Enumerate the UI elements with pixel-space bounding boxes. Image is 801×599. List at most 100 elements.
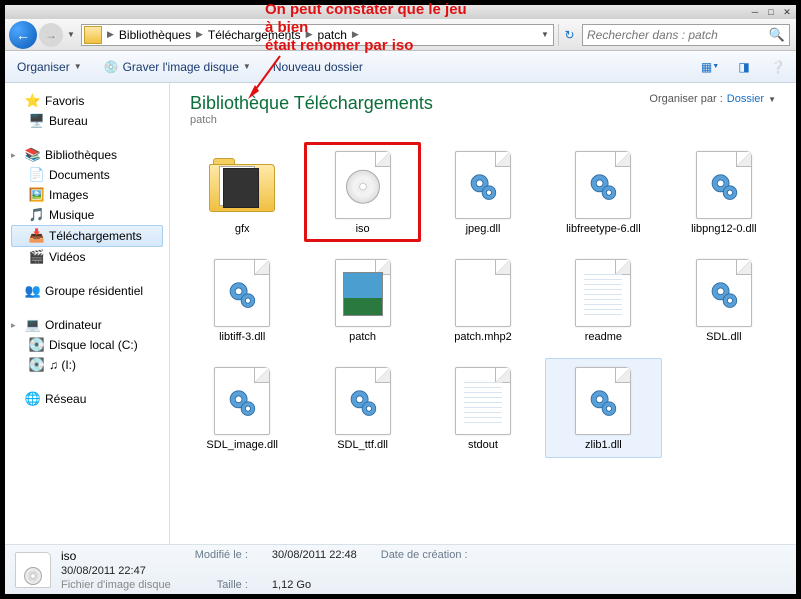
sidebar-homegroup[interactable]: 👥Groupe résidentiel bbox=[11, 281, 169, 301]
address-bar[interactable]: ▶ Bibliothèques ▶ Téléchargements ▶ patc… bbox=[81, 24, 554, 46]
file-label: jpeg.dll bbox=[466, 223, 501, 235]
file-item[interactable]: SDL.dll bbox=[666, 250, 782, 350]
details-modified: 30/08/2011 22:48 bbox=[272, 549, 357, 563]
file-type-icon bbox=[688, 149, 760, 221]
file-label: stdout bbox=[468, 439, 498, 451]
new-folder-button[interactable]: Nouveau dossier bbox=[269, 58, 367, 76]
network-icon: 🌐 bbox=[25, 391, 41, 407]
file-item[interactable]: SDL_ttf.dll bbox=[304, 358, 420, 458]
file-type-icon bbox=[327, 257, 399, 329]
breadcrumb-item[interactable]: patch bbox=[314, 28, 351, 42]
file-item[interactable]: libtiff-3.dll bbox=[184, 250, 300, 350]
file-item[interactable]: zlib1.dll bbox=[545, 358, 661, 458]
forward-button[interactable]: → bbox=[39, 23, 63, 47]
sidebar-item-local-disk[interactable]: 💽Disque local (C:) bbox=[11, 335, 169, 355]
file-type-icon bbox=[567, 257, 639, 329]
toolbar: Organiser▼ 💿Graver l'image disque▼ Nouve… bbox=[5, 51, 796, 83]
address-dropdown[interactable]: ▼ bbox=[539, 25, 551, 45]
file-type-icon bbox=[447, 257, 519, 329]
file-type-icon bbox=[327, 365, 399, 437]
sidebar-network[interactable]: 🌐Réseau bbox=[11, 389, 169, 409]
chevron-right-icon[interactable]: ▶ bbox=[305, 29, 314, 40]
file-type-icon bbox=[447, 149, 519, 221]
file-item[interactable]: iso bbox=[304, 142, 420, 242]
history-dropdown[interactable]: ▼ bbox=[65, 25, 77, 45]
homegroup-icon: 👥 bbox=[25, 283, 41, 299]
library-subtitle: patch bbox=[190, 114, 433, 126]
chevron-right-icon[interactable]: ▶ bbox=[351, 29, 360, 40]
preview-pane-button[interactable]: ◨ bbox=[734, 57, 754, 77]
download-icon: 📥 bbox=[29, 228, 45, 244]
minimize-button[interactable]: ─ bbox=[748, 7, 762, 17]
file-type-icon bbox=[447, 365, 519, 437]
burn-disc-button[interactable]: 💿Graver l'image disque▼ bbox=[100, 58, 255, 76]
sidebar: ⭐Favoris 🖥️Bureau ▸📚Bibliothèques 📄Docum… bbox=[5, 83, 170, 544]
view-options-button[interactable]: ▦▼ bbox=[700, 57, 720, 77]
search-input[interactable] bbox=[587, 28, 769, 42]
video-icon: 🎬 bbox=[29, 249, 45, 265]
help-button[interactable]: ❔ bbox=[768, 57, 788, 77]
computer-icon: 💻 bbox=[25, 317, 41, 333]
library-icon: 📚 bbox=[25, 147, 41, 163]
library-title: Bibliothèque Téléchargements bbox=[190, 93, 433, 114]
details-size-label: Taille : bbox=[195, 579, 248, 591]
music-icon: 🎵 bbox=[29, 207, 45, 223]
file-type-icon bbox=[567, 149, 639, 221]
file-label: patch.mhp2 bbox=[454, 331, 511, 343]
desktop-icon: 🖥️ bbox=[29, 113, 45, 129]
sidebar-libraries[interactable]: ▸📚Bibliothèques bbox=[11, 145, 169, 165]
details-created-label: Date de création : bbox=[381, 549, 468, 563]
file-item[interactable]: jpeg.dll bbox=[425, 142, 541, 242]
file-item[interactable]: patch.mhp2 bbox=[425, 250, 541, 350]
document-icon: 📄 bbox=[29, 167, 45, 183]
titlebar: ─ □ ✕ bbox=[5, 5, 796, 19]
sidebar-item-documents[interactable]: 📄Documents bbox=[11, 165, 169, 185]
sidebar-item-music[interactable]: 🎵Musique bbox=[11, 205, 169, 225]
file-type-icon bbox=[206, 365, 278, 437]
details-size: 1,12 Go bbox=[272, 579, 357, 591]
file-item[interactable]: patch bbox=[304, 250, 420, 350]
organize-button[interactable]: Organiser▼ bbox=[13, 58, 86, 76]
details-pane: iso Modifié le : 30/08/2011 22:48 Date d… bbox=[5, 544, 796, 594]
file-label: iso bbox=[356, 223, 370, 235]
sidebar-item-drive-i[interactable]: 💽♫ (I:) bbox=[11, 355, 169, 375]
file-label: zlib1.dll bbox=[585, 439, 622, 451]
breadcrumb-item[interactable]: Téléchargements bbox=[204, 28, 305, 42]
file-label: libfreetype-6.dll bbox=[566, 223, 641, 235]
back-button[interactable]: ← bbox=[9, 21, 37, 49]
chevron-right-icon[interactable]: ▶ bbox=[106, 29, 115, 40]
sidebar-item-desktop[interactable]: 🖥️Bureau bbox=[11, 111, 169, 131]
sidebar-favorites[interactable]: ⭐Favoris bbox=[11, 91, 169, 111]
search-icon[interactable]: 🔍 bbox=[769, 27, 785, 43]
details-created: 30/08/2011 22:47 bbox=[61, 565, 171, 577]
close-button[interactable]: ✕ bbox=[780, 7, 794, 17]
breadcrumb-item[interactable]: Bibliothèques bbox=[115, 28, 195, 42]
file-item[interactable]: gfx bbox=[184, 142, 300, 242]
file-label: gfx bbox=[235, 223, 250, 235]
navbar: ← → ▼ ▶ Bibliothèques ▶ Téléchargements … bbox=[5, 19, 796, 51]
drive-icon: 💽 bbox=[29, 337, 45, 353]
details-thumbnail bbox=[15, 552, 51, 588]
sidebar-computer[interactable]: ▸💻Ordinateur bbox=[11, 315, 169, 335]
arrange-by[interactable]: Organiser par : Dossier ▼ bbox=[649, 93, 776, 105]
refresh-button[interactable]: ↻ bbox=[558, 24, 580, 46]
sidebar-item-videos[interactable]: 🎬Vidéos bbox=[11, 247, 169, 267]
details-modified-label: Modifié le : bbox=[195, 549, 248, 563]
file-label: libtiff-3.dll bbox=[219, 331, 265, 343]
sidebar-item-images[interactable]: 🖼️Images bbox=[11, 185, 169, 205]
maximize-button[interactable]: □ bbox=[764, 7, 778, 17]
file-item[interactable]: libfreetype-6.dll bbox=[545, 142, 661, 242]
file-item[interactable]: stdout bbox=[425, 358, 541, 458]
file-grid: gfx iso jpeg.dll libfreetype-6.dll libpng12-… bbox=[170, 132, 796, 544]
search-box[interactable]: 🔍 bbox=[582, 24, 790, 46]
file-item[interactable]: SDL_image.dll bbox=[184, 358, 300, 458]
file-label: libpng12-0.dll bbox=[691, 223, 756, 235]
folder-icon bbox=[84, 26, 102, 44]
file-item[interactable]: readme bbox=[545, 250, 661, 350]
file-type-icon bbox=[206, 149, 278, 221]
file-type-icon bbox=[327, 149, 399, 221]
chevron-right-icon[interactable]: ▶ bbox=[195, 29, 204, 40]
disc-icon: 💿 bbox=[104, 60, 119, 74]
file-item[interactable]: libpng12-0.dll bbox=[666, 142, 782, 242]
sidebar-item-downloads[interactable]: 📥Téléchargements bbox=[11, 225, 163, 247]
